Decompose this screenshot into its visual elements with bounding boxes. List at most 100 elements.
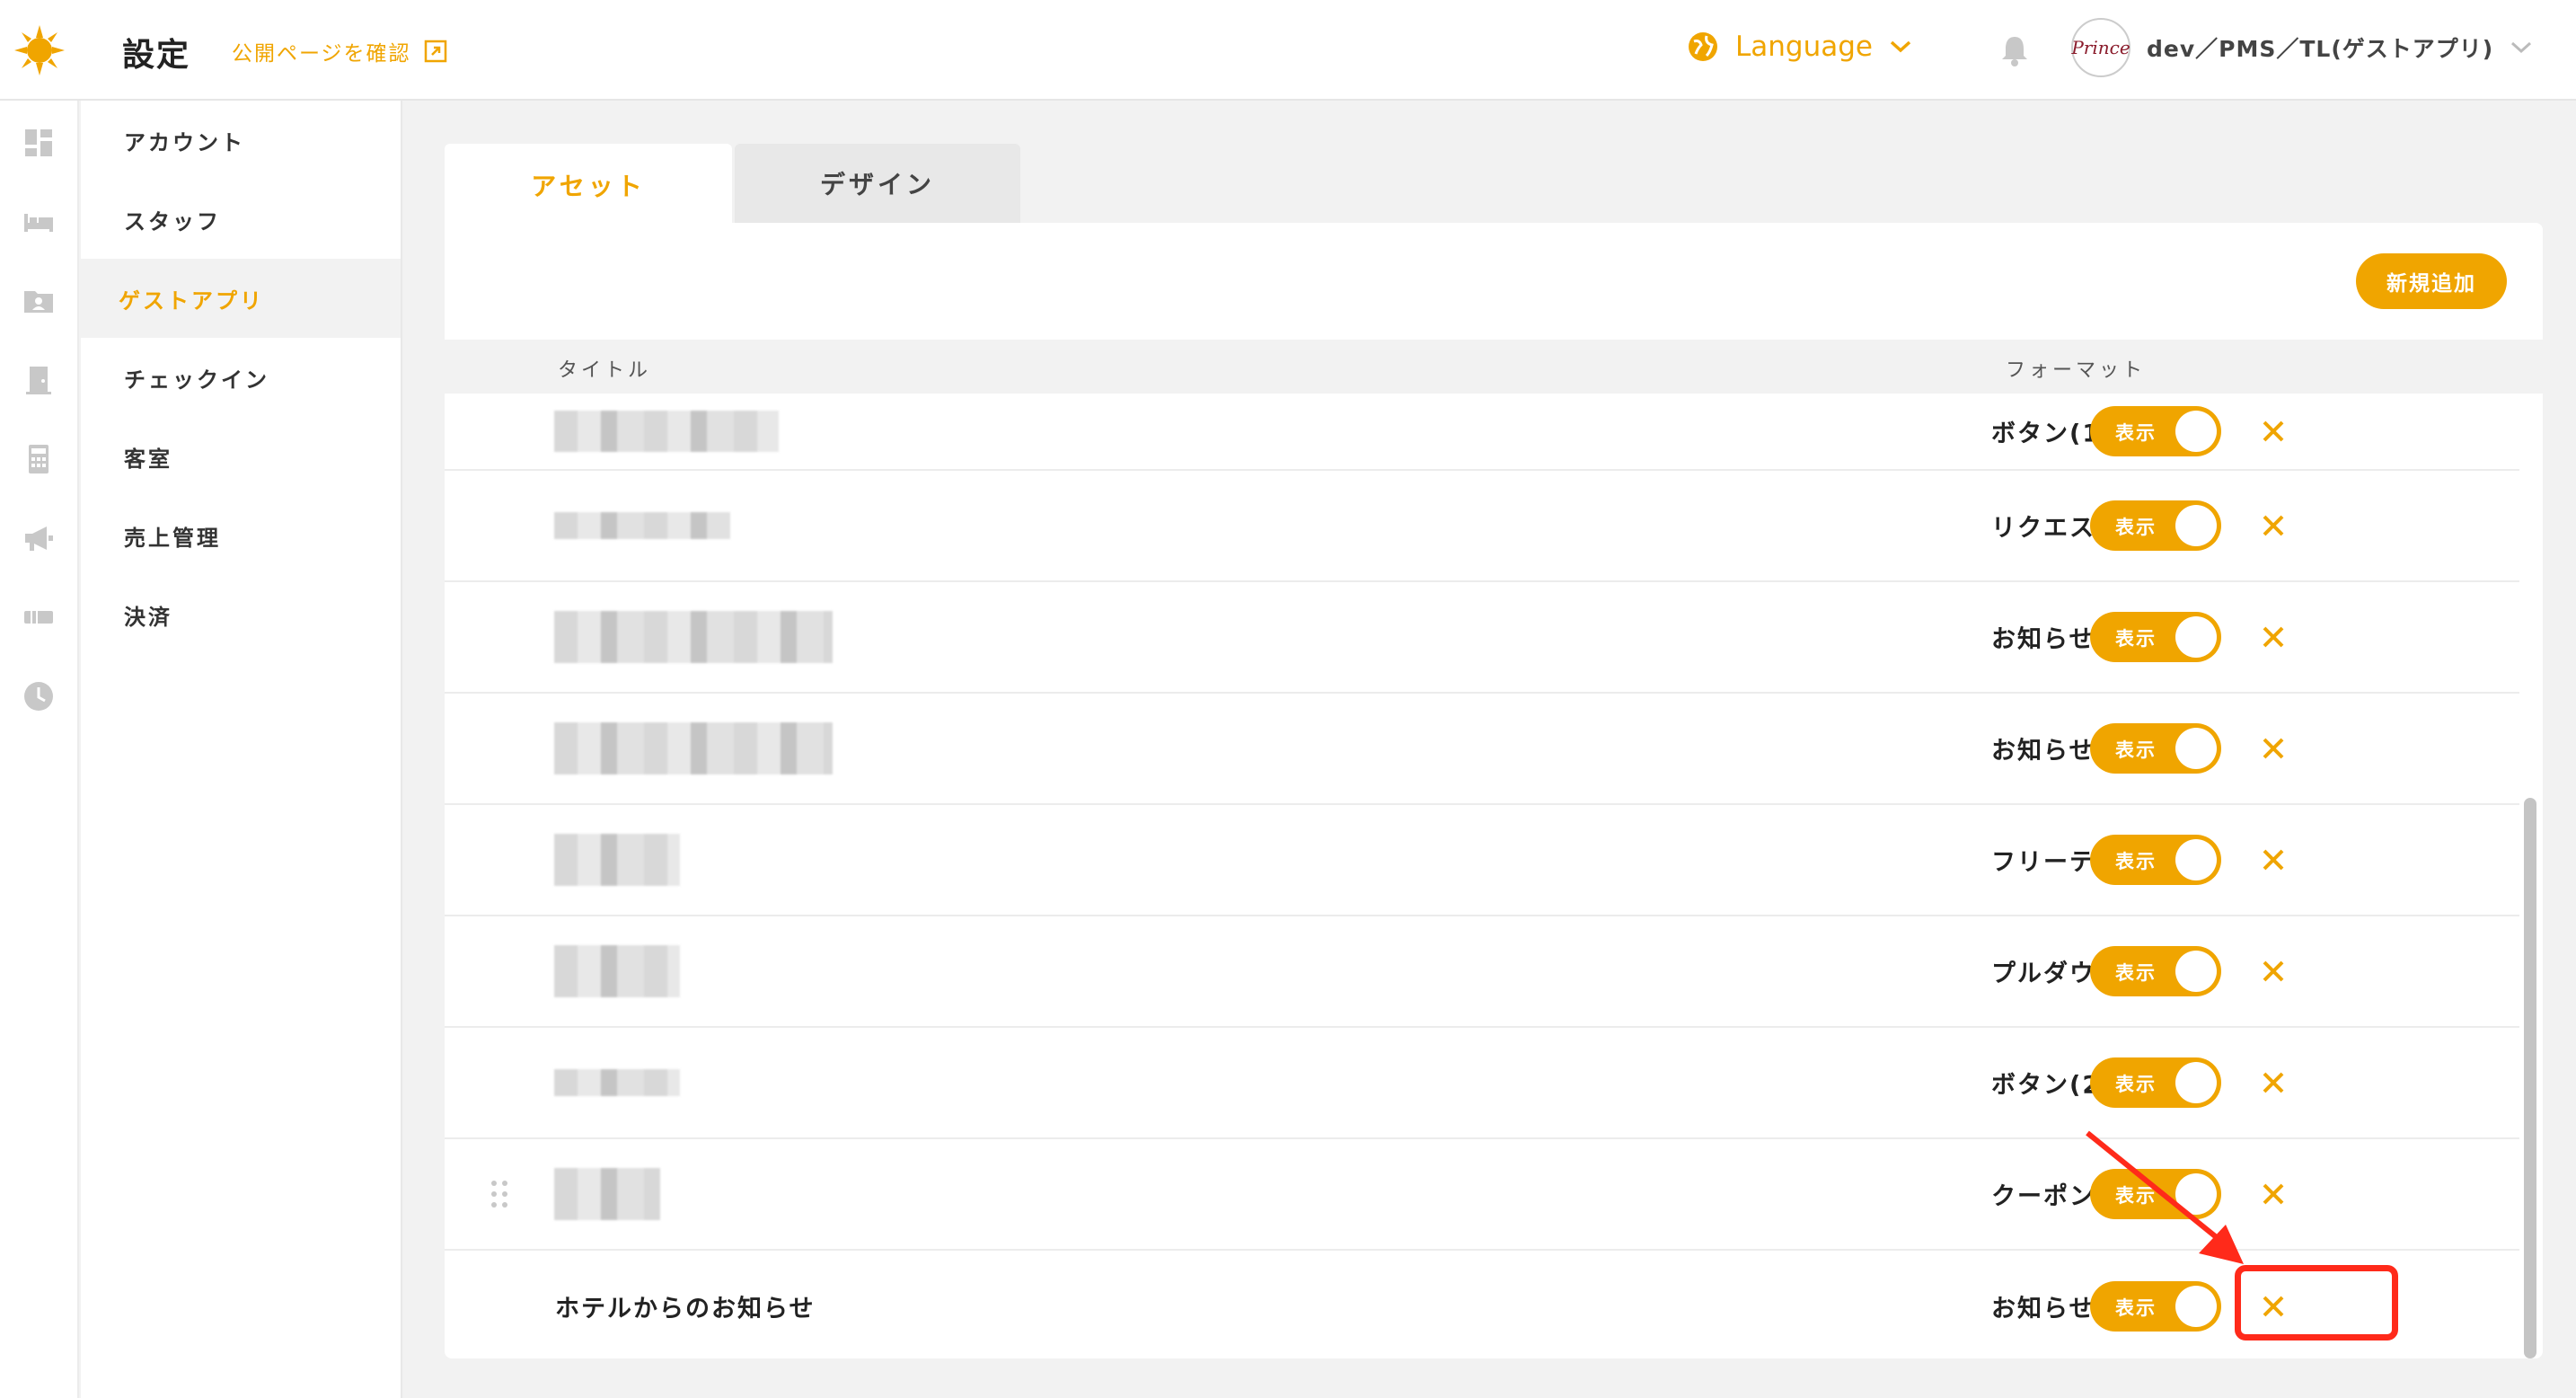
visibility-toggle[interactable]: 表示 [2090, 1169, 2221, 1219]
public-page-link[interactable]: 公開ページを確認 [232, 36, 447, 66]
table-row[interactable]: ボタン(2) 表示 [445, 1028, 2519, 1139]
toggle-knob [2175, 1173, 2217, 1215]
redacted-title [554, 722, 833, 774]
table-row[interactable]: ボタン(1) 表示 [445, 394, 2519, 471]
sidebar-item-guest-app[interactable]: ゲストアプリ [81, 259, 401, 338]
page-title: 設定 [122, 37, 191, 74]
redacted-title [554, 1168, 660, 1220]
drag-handle-icon[interactable] [490, 1179, 509, 1209]
close-icon[interactable] [2257, 1290, 2289, 1323]
close-icon[interactable] [2257, 732, 2289, 765]
visibility-toggle[interactable]: 表示 [2090, 500, 2221, 551]
close-icon[interactable] [2257, 1178, 2289, 1210]
visibility-toggle[interactable]: 表示 [2090, 946, 2221, 996]
table-row[interactable]: お知らせ 表示 [445, 582, 2519, 694]
toggle-knob [2175, 728, 2217, 769]
globe-icon [1689, 32, 1717, 61]
sidebar-item-label: 売上管理 [124, 525, 221, 551]
dashboard-icon[interactable] [22, 126, 56, 160]
toggle-label: 表示 [2115, 851, 2157, 872]
toggle-knob [2175, 411, 2217, 452]
redacted-title [554, 834, 680, 886]
folder-user-icon[interactable] [22, 284, 56, 318]
sun-logo-icon[interactable] [14, 25, 65, 75]
redacted-title [554, 411, 779, 452]
close-icon[interactable] [2257, 509, 2289, 542]
sidebar-item-rooms[interactable]: 客室 [81, 417, 401, 496]
scrollbar[interactable] [2524, 798, 2536, 1358]
public-link-label: 公開ページを確認 [232, 42, 411, 66]
table-row[interactable]: プルダウン 表示 [445, 916, 2519, 1028]
clock-icon[interactable] [22, 679, 56, 713]
redacted-title [554, 512, 730, 539]
format-cell: クーポン [1991, 1182, 2095, 1211]
visibility-toggle[interactable]: 表示 [2090, 723, 2221, 774]
toggle-label: 表示 [2115, 962, 2157, 984]
table-row[interactable]: リクエスト 表示 [445, 471, 2519, 582]
megaphone-icon[interactable] [22, 521, 56, 555]
close-icon[interactable] [2257, 415, 2289, 447]
ticket-icon[interactable] [22, 600, 56, 634]
sidebar-item-label: ゲストアプリ [119, 288, 264, 314]
visibility-toggle-highlighted[interactable]: 表示 [2090, 1281, 2221, 1332]
visibility-toggle[interactable]: 表示 [2090, 835, 2221, 885]
visibility-toggle[interactable]: 表示 [2090, 1057, 2221, 1108]
avatar: Prince [2071, 18, 2130, 77]
user-name: dev／PMS／TL(ゲストアプリ) [2147, 36, 2494, 62]
sidebar-item-staff[interactable]: スタッフ [81, 180, 401, 259]
user-menu[interactable]: Prince dev／PMS／TL(ゲストアプリ) [2071, 18, 2533, 77]
table-header: タイトル フォーマット [445, 340, 2543, 394]
bed-icon[interactable] [22, 205, 56, 239]
toggle-knob [2175, 1062, 2217, 1103]
sidebar-item-label: アカウント [124, 129, 245, 155]
toggle-knob [2175, 505, 2217, 546]
chevron-down-icon [1890, 40, 1911, 53]
sidebar-item-account[interactable]: アカウント [81, 101, 401, 180]
sidebar-item-label: 決済 [124, 604, 172, 630]
sidebar-item-checkin[interactable]: チェックイン [81, 338, 401, 417]
settings-sidebar: アカウント スタッフ ゲストアプリ チェックイン 客室 売上管理 決済 [81, 101, 402, 1398]
language-label: Language [1735, 31, 1873, 63]
language-selector[interactable]: Language [1687, 31, 1912, 63]
title-cell: ホテルからのお知らせ [555, 1295, 816, 1323]
toggle-knob [2175, 1286, 2217, 1327]
table-row[interactable]: クーポン 表示 [445, 1139, 2519, 1251]
sidebar-item-label: スタッフ [124, 208, 221, 234]
toggle-label: 表示 [2115, 1185, 2157, 1207]
tab-design[interactable]: デザイン [735, 144, 1020, 223]
format-cell: お知らせ [1991, 737, 2095, 765]
close-icon[interactable] [2257, 1066, 2289, 1099]
door-icon[interactable] [22, 363, 56, 397]
assets-panel: 新規追加 タイトル フォーマット ボタン(1) 表示 リクエスト 表示 お知らせ… [445, 223, 2543, 1358]
tab-assets[interactable]: アセット [445, 144, 732, 226]
calculator-icon[interactable] [22, 442, 56, 476]
close-icon[interactable] [2257, 844, 2289, 876]
visibility-toggle[interactable]: 表示 [2090, 612, 2221, 662]
bell-icon[interactable] [1999, 34, 2030, 66]
toggle-label: 表示 [2115, 739, 2157, 761]
toggle-label: 表示 [2115, 628, 2157, 650]
format-cell: お知らせ [1991, 1295, 2095, 1323]
redacted-title [554, 611, 833, 663]
redacted-title [554, 945, 680, 997]
toggle-label: 表示 [2115, 1297, 2157, 1319]
sidebar-item-label: 客室 [124, 446, 172, 472]
table-row[interactable]: ホテルからのお知らせ お知らせ 表示 [445, 1251, 2519, 1358]
toggle-knob [2175, 616, 2217, 658]
sidebar-item-payment[interactable]: 決済 [81, 575, 401, 654]
icon-rail [0, 101, 79, 1398]
sidebar-item-label: チェックイン [124, 367, 269, 393]
toggle-knob [2175, 839, 2217, 880]
table-row[interactable]: お知らせ 表示 [445, 694, 2519, 805]
visibility-toggle[interactable]: 表示 [2090, 406, 2221, 456]
close-icon[interactable] [2257, 621, 2289, 653]
close-icon[interactable] [2257, 955, 2289, 987]
chevron-down-icon [2511, 41, 2532, 54]
table-row[interactable]: フリーテキスト 表示 [445, 805, 2519, 916]
top-bar: 設定 公開ページを確認 Language Prince dev／PMS／TL(ゲ… [0, 0, 2576, 101]
column-header-format: フォーマット [2006, 359, 2147, 382]
redacted-title [554, 1069, 680, 1096]
toggle-label: 表示 [2115, 422, 2157, 444]
sidebar-item-sales[interactable]: 売上管理 [81, 496, 401, 575]
add-new-button[interactable]: 新規追加 [2356, 253, 2507, 309]
